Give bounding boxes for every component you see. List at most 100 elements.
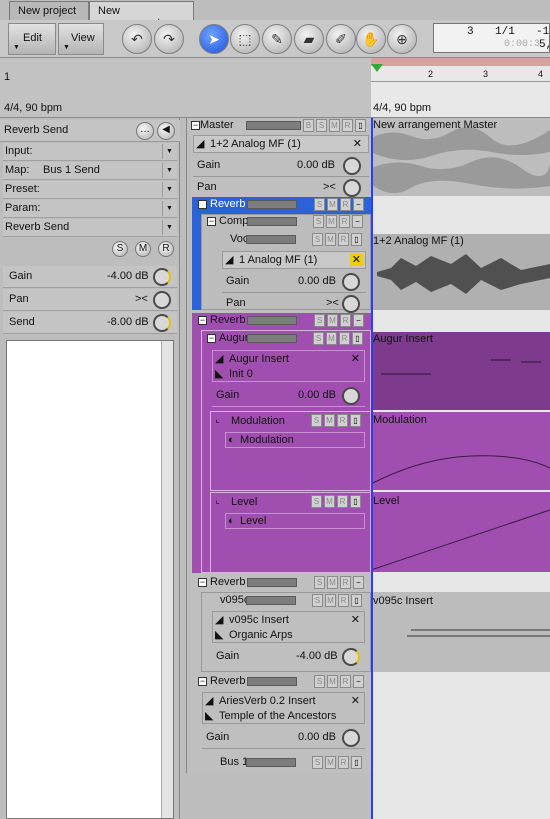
master-plugin-row[interactable]: ◢ 1+2 Analog MF (1) ✕ bbox=[193, 135, 369, 153]
pencil-tool-icon[interactable]: ✎ bbox=[262, 24, 292, 54]
mute-button[interactable]: M bbox=[135, 241, 151, 257]
preset-row[interactable]: Preset: ▼ bbox=[3, 181, 177, 199]
dropdown-arrow-icon[interactable]: ▼ bbox=[162, 201, 176, 216]
header-button[interactable]: R bbox=[339, 215, 350, 228]
header-button[interactable]: ▯ bbox=[351, 756, 362, 769]
header-button[interactable]: M bbox=[327, 314, 338, 327]
collapse-icon[interactable]: ⌞ bbox=[213, 415, 222, 425]
augur-insert-row[interactable]: ◢ Augur Insert ✕ ◣ Init 0 bbox=[212, 350, 365, 382]
header-button[interactable]: B bbox=[303, 119, 314, 132]
collapse-icon[interactable]: − bbox=[191, 121, 200, 130]
header-button[interactable]: M bbox=[326, 332, 337, 345]
header-button[interactable]: S bbox=[313, 215, 324, 228]
header-button[interactable]: ▯ bbox=[351, 594, 362, 607]
header-button[interactable]: R bbox=[340, 198, 351, 211]
inspector-list[interactable] bbox=[6, 340, 174, 819]
header-button[interactable]: R bbox=[337, 414, 348, 427]
undo-icon[interactable]: ↶ bbox=[122, 24, 152, 54]
close-icon[interactable]: ✕ bbox=[351, 352, 360, 365]
voc-plugin-row[interactable]: ◢ 1 Analog MF (1) ✕ bbox=[222, 251, 366, 269]
edit-menu-button[interactable]: Edit ▼ bbox=[8, 23, 56, 55]
send-name-row[interactable]: Reverb Send ▼ bbox=[3, 219, 177, 237]
close-icon[interactable]: ✕ bbox=[353, 137, 362, 150]
param-row[interactable]: Param: ▼ bbox=[3, 200, 177, 218]
header-button[interactable]: M bbox=[325, 756, 336, 769]
header-button[interactable]: R bbox=[340, 576, 351, 589]
modulation-param-row[interactable]: ◐ Modulation bbox=[225, 432, 365, 448]
header-button[interactable]: M bbox=[327, 675, 338, 688]
header-button[interactable]: ▯ bbox=[355, 119, 366, 132]
eraser-tool-icon[interactable]: ▰ bbox=[294, 24, 324, 54]
gain-knob[interactable] bbox=[342, 729, 360, 747]
aries-insert-row[interactable]: ◢ AriesVerb 0.2 Insert ✕ ◣ Temple of the… bbox=[202, 692, 365, 724]
header-button[interactable]: R bbox=[338, 594, 349, 607]
level-param-row[interactable]: ◐ Level bbox=[225, 513, 365, 529]
pan-knob[interactable] bbox=[153, 291, 171, 309]
more-options-icon[interactable]: … bbox=[136, 122, 154, 140]
track-augur[interactable]: − Augur S M R ▯ bbox=[201, 331, 371, 348]
header-button[interactable]: R bbox=[338, 756, 349, 769]
header-button[interactable]: S bbox=[313, 332, 324, 345]
track-master[interactable]: − Master B S M R ▯ bbox=[188, 118, 370, 135]
header-button[interactable]: S bbox=[311, 495, 322, 508]
v095c-insert-row[interactable]: ◢ v095c Insert ✕ ◣ Organic Arps bbox=[212, 611, 365, 643]
header-button[interactable]: R bbox=[340, 675, 351, 688]
tab-new-project[interactable]: New project bbox=[9, 1, 89, 20]
header-button[interactable]: S bbox=[314, 675, 325, 688]
header-button[interactable]: M bbox=[327, 198, 338, 211]
gain-knob[interactable] bbox=[153, 268, 171, 286]
zoom-tool-icon[interactable]: ⊕ bbox=[387, 24, 417, 54]
header-button[interactable]: − bbox=[353, 314, 364, 327]
track-voc[interactable]: Voc S M R ▯ bbox=[210, 232, 370, 249]
level-lane[interactable]: ⌞ Level S M R ▯ ◐ Level bbox=[210, 492, 371, 573]
collapse-icon[interactable]: − bbox=[207, 334, 216, 343]
hand-tool-icon[interactable]: ✋ bbox=[356, 24, 386, 54]
collapse-left-icon[interactable]: ◀ bbox=[157, 122, 175, 140]
header-button[interactable]: S bbox=[312, 594, 323, 607]
header-button[interactable]: − bbox=[353, 576, 364, 589]
gain-knob[interactable] bbox=[343, 157, 361, 175]
header-button[interactable]: ▯ bbox=[352, 332, 363, 345]
pan-knob[interactable] bbox=[343, 179, 361, 197]
send-knob[interactable] bbox=[153, 314, 171, 332]
header-button[interactable]: ▯ bbox=[350, 495, 361, 508]
gain-knob[interactable] bbox=[342, 648, 360, 666]
collapse-icon[interactable]: − bbox=[198, 316, 207, 325]
header-button[interactable]: R bbox=[342, 119, 353, 132]
gain-knob[interactable] bbox=[342, 387, 360, 405]
dropdown-arrow-icon[interactable]: ▼ bbox=[162, 163, 176, 178]
header-button[interactable]: ▯ bbox=[350, 414, 361, 427]
track-v095c[interactable]: v095c S M R ▯ bbox=[210, 593, 370, 610]
modulation-lane[interactable]: ⌞ Modulation S M R ▯ ◐ Modulation bbox=[210, 411, 371, 491]
track-bus-1[interactable]: Bus 1 S M R ▯ bbox=[210, 755, 370, 772]
track-reverb-2[interactable]: − Reverb S M R − bbox=[192, 313, 371, 330]
input-row[interactable]: Input: ▼ bbox=[3, 143, 177, 161]
range-select-tool-icon[interactable]: ⬚ bbox=[230, 24, 260, 54]
close-icon[interactable]: ✕ bbox=[351, 694, 360, 707]
loop-region[interactable] bbox=[371, 58, 550, 66]
header-button[interactable]: M bbox=[324, 495, 335, 508]
header-button[interactable]: S bbox=[312, 756, 323, 769]
collapse-icon[interactable]: − bbox=[198, 200, 207, 209]
arrange-area[interactable]: New arrangement Master 1+2 Analog MF (1)… bbox=[371, 118, 550, 819]
map-row[interactable]: Map: Bus 1 Send ▼ bbox=[3, 162, 177, 180]
track-reverb-1[interactable]: − Reverb S M R − bbox=[192, 197, 371, 214]
pointer-tool-icon[interactable]: ➤ bbox=[199, 24, 229, 54]
dropdown-arrow-icon[interactable]: ▼ bbox=[162, 144, 176, 159]
header-button[interactable]: − bbox=[353, 675, 364, 688]
header-button[interactable]: S bbox=[311, 414, 322, 427]
header-button[interactable]: M bbox=[329, 119, 340, 132]
header-button[interactable]: S bbox=[312, 233, 323, 246]
header-button[interactable]: − bbox=[352, 215, 363, 228]
dropdown-arrow-icon[interactable]: ▼ bbox=[162, 182, 176, 197]
dropdown-arrow-icon[interactable]: ▼ bbox=[162, 220, 176, 235]
redo-icon[interactable]: ↷ bbox=[154, 24, 184, 54]
header-button[interactable]: M bbox=[324, 414, 335, 427]
brush-tool-icon[interactable]: ✐ bbox=[326, 24, 356, 54]
gain-knob[interactable] bbox=[342, 273, 360, 291]
collapse-icon[interactable]: − bbox=[198, 578, 207, 587]
header-button[interactable]: M bbox=[327, 576, 338, 589]
header-button[interactable]: M bbox=[325, 594, 336, 607]
header-button[interactable]: S bbox=[314, 198, 325, 211]
pan-knob[interactable] bbox=[342, 295, 360, 313]
